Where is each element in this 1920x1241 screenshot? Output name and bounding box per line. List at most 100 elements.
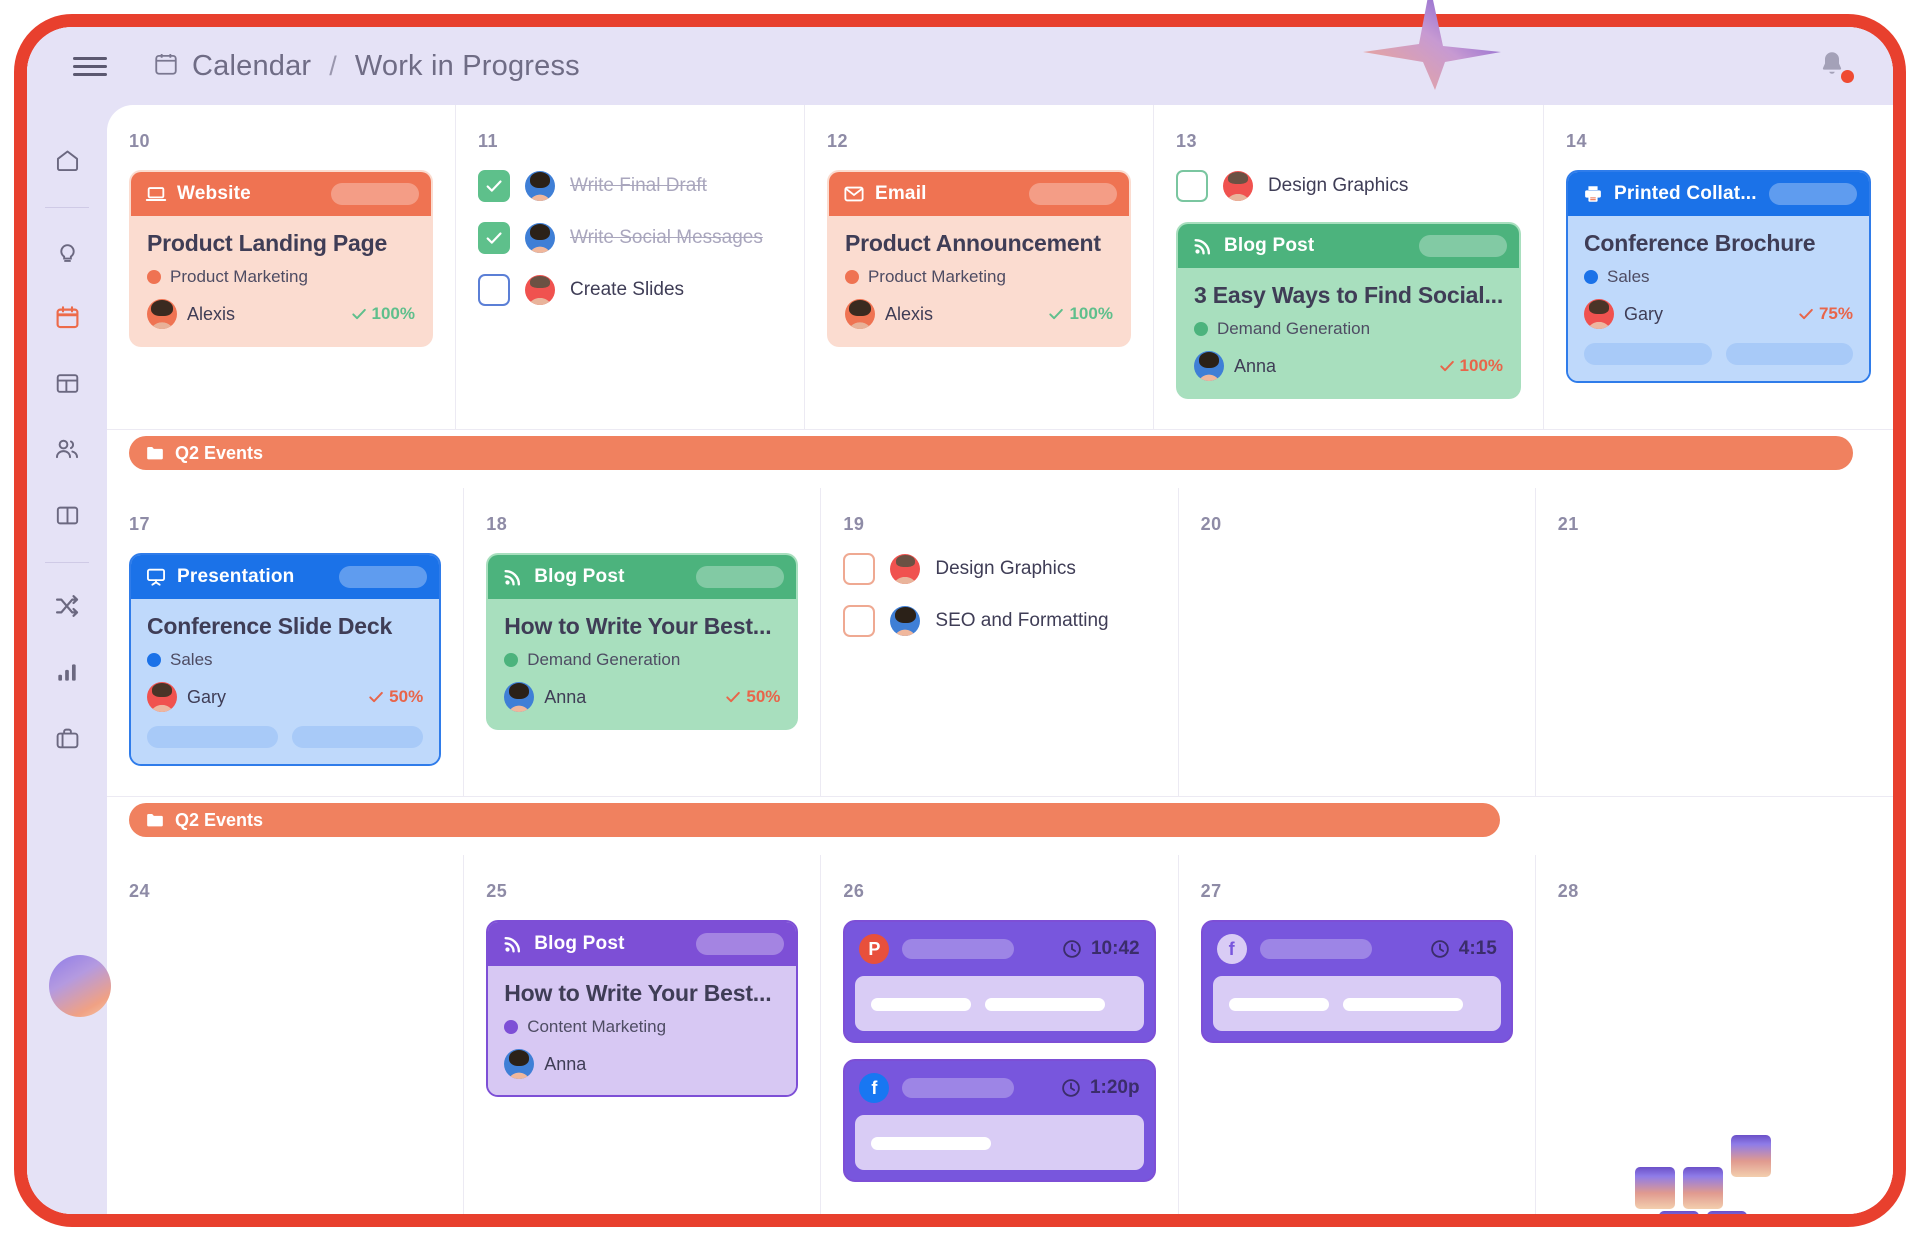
task-card[interactable]: Printed Collat... Conference Brochure Sale… bbox=[1566, 170, 1871, 383]
day-number: 19 bbox=[843, 514, 865, 534]
breadcrumb-root[interactable]: Calendar bbox=[192, 50, 311, 83]
task-card-header: Presentation bbox=[131, 555, 440, 599]
checkbox[interactable] bbox=[477, 274, 510, 306]
sidebar-item-home[interactable] bbox=[40, 133, 94, 187]
calendar-weeks: 10 Website Product Landing Page Product Mar… bbox=[107, 105, 1893, 1214]
social-post-header: f 1:20p bbox=[845, 1061, 1153, 1115]
calendar-day-cell[interactable]: 24 bbox=[107, 855, 465, 1214]
social-post-body bbox=[855, 1115, 1144, 1170]
task-campaign: Product Marketing bbox=[147, 267, 415, 287]
calendar-week-grid: 24 25 Blog Post How to Write Your Best... Co… bbox=[107, 855, 1893, 1214]
placeholder-bar bbox=[292, 726, 424, 748]
sidebar-item-people[interactable] bbox=[40, 422, 94, 476]
sidebar-item-board[interactable] bbox=[40, 356, 94, 410]
checklist-item[interactable]: Write Final Draft bbox=[477, 170, 782, 202]
app-window-frame: Calendar / Work in Progress 10 Website P… bbox=[14, 14, 1906, 1227]
calendar-day-cell[interactable]: 18 Blog Post How to Write Your Best... Dema… bbox=[464, 488, 822, 797]
calendar-week-grid: 17 Presentation Conference Slide Deck Sales… bbox=[107, 488, 1893, 797]
calendar-day-cell[interactable]: 14 Printed Collat... Conference Brochure Sa… bbox=[1544, 105, 1893, 430]
sidebar-item-ideas[interactable] bbox=[40, 224, 94, 278]
event-banner[interactable]: Q2 Events bbox=[129, 803, 1501, 837]
sidebar-item-library[interactable] bbox=[40, 488, 94, 542]
placeholder-line bbox=[871, 998, 972, 1011]
shuffle-icon bbox=[55, 595, 79, 617]
task-card[interactable]: Presentation Conference Slide Deck Sales Ga… bbox=[129, 553, 442, 766]
task-progress-value: 100% bbox=[371, 304, 415, 323]
task-card[interactable]: Email Product Announcement Product Marketi… bbox=[826, 170, 1131, 347]
checklist-item[interactable]: Design Graphics bbox=[843, 553, 1155, 585]
social-post-body bbox=[1212, 976, 1501, 1031]
briefcase-icon bbox=[56, 728, 78, 748]
social-post-time: 10:42 bbox=[1061, 938, 1140, 960]
task-card[interactable]: Blog Post How to Write Your Best... Conten… bbox=[486, 920, 799, 1097]
day-number: 17 bbox=[129, 514, 151, 534]
checkbox[interactable] bbox=[843, 553, 876, 585]
checkbox[interactable] bbox=[1175, 170, 1208, 202]
checklist-label: Design Graphics bbox=[1267, 175, 1409, 196]
task-card-header: Printed Collat... bbox=[1568, 172, 1869, 216]
checkbox[interactable] bbox=[477, 222, 510, 254]
calendar-icon bbox=[56, 305, 78, 328]
sidebar-item-calendar[interactable] bbox=[40, 290, 94, 344]
campaign-label: Product Marketing bbox=[867, 267, 1006, 286]
home-icon bbox=[56, 150, 78, 171]
calendar-day-cell[interactable]: 28 bbox=[1536, 855, 1893, 1214]
checkbox[interactable] bbox=[843, 605, 876, 637]
social-post-card[interactable]: P 10:42 bbox=[843, 920, 1156, 1043]
calendar-day-cell[interactable]: 26 P 10:42 f 1:20p bbox=[821, 855, 1179, 1214]
task-card[interactable]: Blog Post 3 Easy Ways to Find Social... De… bbox=[1175, 222, 1522, 399]
checklist-item[interactable]: SEO and Formatting bbox=[843, 605, 1155, 637]
calendar-day-cell[interactable]: 12 Email Product Announcement Product Marke… bbox=[804, 105, 1154, 430]
task-footer: Anna 50% bbox=[504, 682, 780, 712]
sidebar-item-workflow[interactable] bbox=[40, 579, 94, 633]
notifications-button[interactable] bbox=[1817, 48, 1854, 84]
event-banner[interactable]: Q2 Events bbox=[129, 436, 1853, 470]
sidebar-divider-top bbox=[45, 207, 89, 208]
calendar-week: 17 Presentation Conference Slide Deck Sales… bbox=[107, 488, 1893, 855]
campaign-label: Product Marketing bbox=[170, 267, 308, 286]
campaign-color-dot bbox=[504, 653, 519, 667]
placeholder-bar bbox=[1584, 343, 1712, 365]
calendar-day-cell[interactable]: 27 f 4:15 bbox=[1179, 855, 1536, 1214]
assignee-name: Anna bbox=[544, 686, 587, 707]
calendar-day-cell[interactable]: 21 bbox=[1535, 488, 1893, 797]
placeholder-line bbox=[985, 998, 1106, 1011]
checklist-item[interactable]: Design Graphics bbox=[1175, 170, 1521, 202]
hamburger-menu-icon[interactable] bbox=[73, 56, 107, 76]
sidebar-item-briefcase[interactable] bbox=[40, 711, 94, 765]
day-number: 26 bbox=[843, 881, 865, 901]
social-title-placeholder bbox=[1259, 939, 1372, 959]
avatar bbox=[1222, 171, 1253, 201]
checklist-item[interactable]: Create Slides bbox=[477, 274, 782, 306]
breadcrumb-current[interactable]: Work in Progress bbox=[355, 50, 580, 83]
task-title: How to Write Your Best... bbox=[504, 613, 772, 639]
event-banner-label: Q2 Events bbox=[175, 809, 264, 830]
sidebar-item-analytics[interactable] bbox=[40, 645, 94, 699]
social-post-header: P 10:42 bbox=[845, 922, 1153, 976]
clock-icon bbox=[1062, 1079, 1080, 1097]
social-post-card[interactable]: f 4:15 bbox=[1200, 920, 1513, 1043]
calendar-day-cell[interactable]: 19 Design Graphics SEO and Formatting bbox=[821, 488, 1179, 797]
calendar-day-cell[interactable]: 11 Write Final Draft Write Social Messages… bbox=[455, 105, 805, 430]
task-progress: 50% bbox=[367, 687, 423, 707]
calendar-day-cell[interactable]: 20 bbox=[1178, 488, 1536, 797]
placeholder-bar bbox=[1725, 343, 1854, 365]
checkbox[interactable] bbox=[477, 170, 510, 202]
calendar-day-cell[interactable]: 17 Presentation Conference Slide Deck Sales… bbox=[107, 488, 465, 797]
task-card[interactable]: Website Product Landing Page Product Marke… bbox=[129, 170, 433, 347]
task-title: 3 Easy Ways to Find Social... bbox=[1193, 282, 1504, 308]
task-card[interactable]: Blog Post How to Write Your Best... Demand… bbox=[486, 553, 799, 730]
social-post-time-value: 10:42 bbox=[1090, 938, 1140, 959]
calendar-day-cell[interactable]: 25 Blog Post How to Write Your Best... Cont… bbox=[464, 855, 822, 1214]
task-card-body: Product Announcement Product Marketing Ale… bbox=[828, 216, 1129, 345]
task-title: Conference Slide Deck bbox=[147, 613, 393, 639]
checklist-item[interactable]: Write Social Messages bbox=[477, 222, 782, 254]
campaign-color-dot bbox=[844, 270, 859, 284]
social-post-time-value: 1:20p bbox=[1089, 1077, 1140, 1098]
social-post-time: 4:15 bbox=[1429, 938, 1497, 960]
task-type-label: Website bbox=[177, 183, 251, 204]
social-post-card[interactable]: f 1:20p bbox=[843, 1059, 1156, 1182]
calendar-day-cell[interactable]: 10 Website Product Landing Page Product Mar… bbox=[107, 105, 456, 430]
calendar-day-cell[interactable]: 13 Design Graphics Blog Post 3 Easy Ways to… bbox=[1153, 105, 1545, 430]
day-number: 28 bbox=[1557, 881, 1579, 901]
